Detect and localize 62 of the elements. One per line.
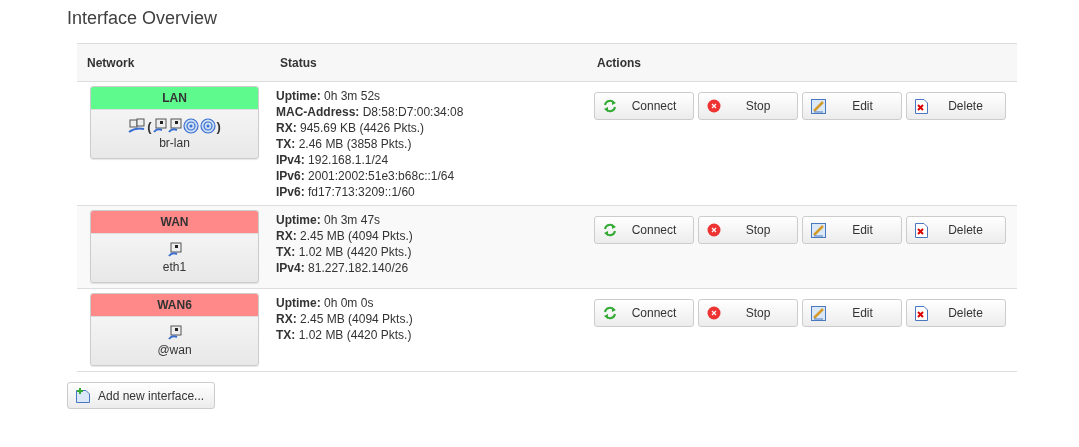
status-line: TX: 1.02 MB (4420 Pkts.)	[276, 244, 413, 260]
stop-icon	[707, 223, 721, 237]
status-line: RX: 945.69 KB (4426 Pkts.)	[276, 120, 426, 136]
interface-card[interactable]: WAN6 @wan	[90, 293, 259, 366]
edit-button[interactable]: Edit	[802, 299, 902, 327]
stop-button[interactable]: Stop	[698, 216, 798, 244]
status-line: Uptime: 0h 0m 0s	[276, 295, 375, 311]
interface-name: LAN	[91, 87, 258, 110]
ethernet-port-icon	[167, 325, 182, 341]
wireless-icon	[199, 118, 216, 134]
edit-icon	[811, 222, 826, 238]
bracket: (	[147, 118, 152, 134]
ethernet-port-icon	[167, 118, 182, 134]
edit-button[interactable]: Edit	[802, 92, 902, 120]
delete-button[interactable]: Delete	[906, 92, 1006, 120]
status-line: TX: 2.46 MB (3858 Pkts.)	[276, 136, 413, 152]
add-interface-button[interactable]: Add new interface...	[67, 382, 216, 409]
wireless-icon	[182, 118, 199, 134]
delete-button[interactable]: Delete	[906, 299, 1006, 327]
status-line: IPv6: 2001:2002:51e3:b68c::1/64	[276, 168, 456, 184]
connect-button[interactable]: Connect	[594, 92, 694, 120]
status-line: IPv4: 81.227.182.140/26	[276, 260, 410, 276]
edit-icon	[811, 98, 826, 114]
interface-name: WAN	[91, 211, 258, 234]
bracket: )	[216, 118, 221, 134]
stop-button[interactable]: Stop	[698, 92, 798, 120]
ethernet-port-icon	[152, 118, 167, 134]
column-header: Status	[279, 55, 318, 70]
edit-button[interactable]: Edit	[802, 216, 902, 244]
bridge-icon	[128, 118, 147, 134]
status-line: IPv6: fd17:713:3209::1/60	[276, 184, 416, 200]
connect-button[interactable]: Connect	[594, 216, 694, 244]
device-name: eth1	[161, 259, 188, 276]
interface-card[interactable]: WAN eth1	[90, 210, 259, 283]
stop-icon	[707, 306, 721, 320]
status-line: MAC-Address: D8:58:D7:00:34:08	[276, 104, 465, 120]
interface-name: WAN6	[91, 294, 258, 317]
status-line: IPv4: 192.168.1.1/24	[276, 152, 390, 168]
delete-icon	[915, 305, 928, 321]
status-line: Uptime: 0h 3m 52s	[276, 88, 382, 104]
device-name: @wan	[156, 342, 193, 359]
ethernet-port-icon	[167, 242, 182, 258]
device-name: br-lan	[158, 135, 191, 152]
page-title: Interface Overview	[67, 8, 219, 29]
status-line: RX: 2.45 MB (4094 Pkts.)	[276, 228, 414, 244]
refresh-icon	[603, 99, 617, 113]
column-header: Actions	[596, 55, 642, 70]
connect-button[interactable]: Connect	[594, 299, 694, 327]
stop-button[interactable]: Stop	[698, 299, 798, 327]
status-line: TX: 1.02 MB (4420 Pkts.)	[276, 327, 413, 343]
status-line: Uptime: 0h 3m 47s	[276, 212, 382, 228]
interface-card[interactable]: LAN ( ) br-lan	[90, 86, 259, 159]
refresh-icon	[603, 223, 617, 237]
column-header: Network	[86, 55, 136, 70]
delete-button[interactable]: Delete	[906, 216, 1006, 244]
add-file-icon	[76, 388, 90, 403]
delete-icon	[915, 222, 928, 238]
delete-icon	[915, 98, 928, 114]
refresh-icon	[603, 306, 617, 320]
stop-icon	[707, 99, 721, 113]
status-line: RX: 2.45 MB (4094 Pkts.)	[276, 311, 414, 327]
edit-icon	[811, 305, 826, 321]
